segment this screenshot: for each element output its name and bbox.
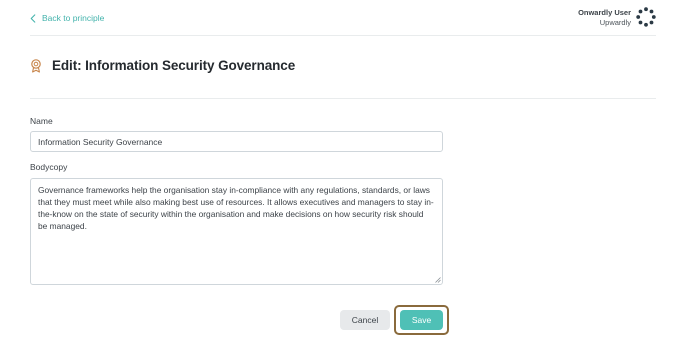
bodycopy-label: Bodycopy — [30, 162, 68, 172]
cancel-button[interactable]: Cancel — [340, 310, 390, 330]
dotted-ring-logo — [636, 7, 656, 27]
page-title: Edit: Information Security Governance — [52, 58, 296, 73]
page-header: Edit: Information Security Governance — [30, 58, 295, 73]
back-to-principle-link[interactable]: Back to principle — [30, 11, 104, 25]
award-badge-icon — [31, 58, 41, 73]
user-name: Onwardly User — [578, 8, 631, 17]
back-link-label: Back to principle — [42, 13, 105, 23]
save-button[interactable]: Save — [400, 310, 443, 330]
user-org: Upwardly — [599, 17, 631, 27]
chevron-left-icon — [30, 13, 36, 23]
header-divider — [30, 35, 656, 36]
user-menu[interactable]: Onwardly User Upwardly — [578, 8, 631, 27]
resize-handle-icon[interactable] — [435, 277, 441, 283]
name-input[interactable] — [30, 131, 443, 152]
section-divider — [30, 98, 656, 99]
bodycopy-textarea[interactable]: Governance frameworks help the organisat… — [30, 178, 443, 285]
name-label: Name — [30, 116, 53, 126]
